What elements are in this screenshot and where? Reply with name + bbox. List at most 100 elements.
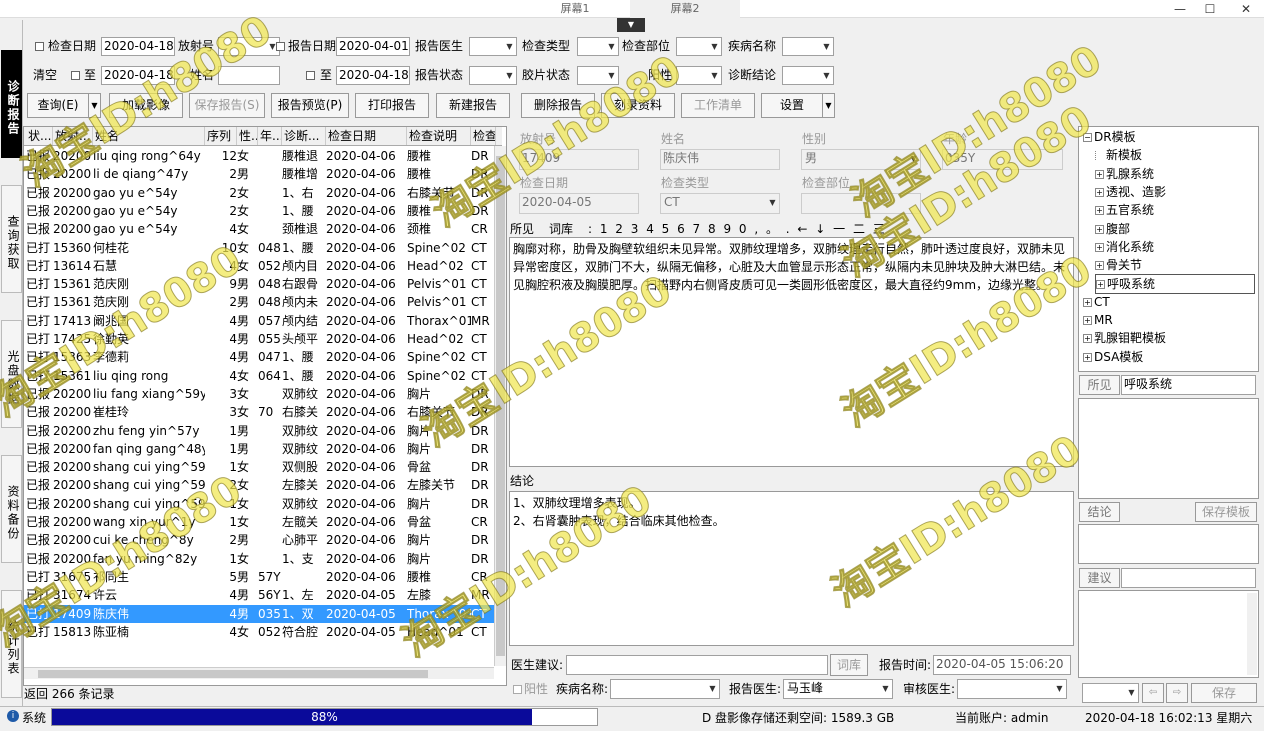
exam-type-select[interactable]: ▼ bbox=[577, 37, 619, 56]
column-header[interactable]: 年... bbox=[258, 127, 282, 145]
column-header[interactable]: 性... bbox=[237, 127, 258, 145]
table-row[interactable]: 已报 20200 li de qiang^47y 2 男腰椎增 2020-04-06 腰椎 D… bbox=[24, 165, 496, 183]
table-cell: gao yu e^54y bbox=[93, 185, 178, 200]
table-cell: 56Y bbox=[258, 588, 281, 603]
exam-date-to-checkbox[interactable] bbox=[71, 71, 80, 80]
table-row[interactable]: 已报 20200 fan qing gang^48y 1 男双肺纹 2020-04-06 胸… bbox=[24, 440, 496, 458]
findings-template-preview[interactable] bbox=[1078, 398, 1259, 499]
expand-icon[interactable]: + bbox=[1095, 206, 1104, 216]
document-icon[interactable] bbox=[1095, 151, 1104, 161]
table-row[interactable]: 已报 20200 shang cui ying^59 2 女左膝关 2020-04-06 左… bbox=[24, 476, 496, 494]
conclusion-template-button[interactable]: 结论 bbox=[1079, 502, 1120, 522]
screen1-tab[interactable]: 屏幕1 bbox=[520, 0, 630, 18]
clear-link[interactable]: 清空 bbox=[33, 66, 57, 84]
column-header[interactable]: 诊断... bbox=[282, 127, 326, 145]
column-header[interactable]: 序列 bbox=[205, 127, 237, 145]
table-cell: 2020-04-06 bbox=[326, 167, 396, 182]
report-doctor-bottom-select[interactable]: 马玉峰 ▼ bbox=[783, 679, 893, 699]
advice-template-preview[interactable] bbox=[1078, 590, 1259, 678]
maximize-button[interactable]: ☐ bbox=[1196, 0, 1224, 18]
expand-icon[interactable]: + bbox=[1095, 242, 1104, 252]
expand-icon[interactable]: + bbox=[1095, 224, 1104, 234]
table-row[interactable]: 已报 20200 gao yu e^54y 2 女 1、腰 2020-04-06 腰椎 DR bbox=[24, 202, 496, 220]
report-date-from-input[interactable]: 2020-04-01 bbox=[336, 37, 410, 56]
review-doctor-select[interactable]: ▼ bbox=[957, 679, 1067, 699]
expand-icon[interactable]: + bbox=[1095, 261, 1104, 271]
settings-button[interactable]: 设置 ▼ bbox=[761, 93, 835, 118]
tree-item[interactable]: + 骨关节 bbox=[1095, 256, 1142, 274]
advice-input[interactable] bbox=[566, 655, 828, 675]
tree-item[interactable]: 新模板 bbox=[1095, 146, 1142, 164]
table-row[interactable]: 已报 20200 shang cui ying^59 1 女双侧股 2020-04-06 骨… bbox=[24, 458, 496, 476]
conclusion-template-preview[interactable] bbox=[1078, 524, 1259, 564]
report-date-to-input[interactable]: 2020-04-18 bbox=[336, 66, 410, 85]
table-cell: 男 bbox=[237, 441, 250, 456]
exam-type-info-select[interactable]: CT ▼ bbox=[660, 193, 780, 214]
table-row[interactable]: 已报 20200 shang cui ying^59 1 女双肺纹 2020-04-06 胸… bbox=[24, 495, 496, 513]
report-doctor-select[interactable]: ▼ bbox=[469, 37, 517, 56]
exam-date-checkbox[interactable] bbox=[35, 42, 44, 51]
disease-name-select[interactable]: ▼ bbox=[610, 679, 720, 699]
save-button[interactable]: 保存 bbox=[1191, 683, 1257, 703]
sidebar-item-query[interactable]: 查询获取 bbox=[1, 185, 22, 293]
tree-item[interactable]: + 五官系统 bbox=[1095, 201, 1154, 219]
positive-checkbox[interactable] bbox=[513, 685, 522, 694]
table-horizontal-scrollbar[interactable] bbox=[24, 667, 494, 679]
chevron-down-icon[interactable]: ▼ bbox=[822, 94, 834, 117]
table-row[interactable]: 已打 13614 石慧 4 女 052 颅内目 2020-04-06 Head^02 CT bbox=[24, 257, 496, 275]
table-cell: 男 bbox=[237, 332, 250, 346]
prev-arrow-icon[interactable]: ⇦ bbox=[1142, 683, 1164, 703]
advice-scrollbar[interactable] bbox=[1247, 593, 1257, 675]
tree-item[interactable]: + DSA模板 bbox=[1083, 348, 1143, 366]
table-row[interactable]: 已打 15360 何桂花 10 女 048 1、腰 2020-04-06 Spine^02 CT bbox=[24, 239, 496, 257]
table-cell: 2020-04-06 bbox=[326, 515, 396, 529]
table-row[interactable]: 已打 15361 范庆刚 9 男 048 右跟骨 2020-04-06 Pelvis^01 CT bbox=[24, 275, 496, 293]
expand-icon[interactable]: + bbox=[1083, 316, 1092, 325]
template-tree[interactable]: − DR模板 新模板 + 乳腺系统 + 透视、造影 + 五官系统 + 腹部 + 消化系统 + 骨关节 + 呼吸系… bbox=[1078, 126, 1259, 372]
advice-dictionary-button[interactable]: 词库 bbox=[830, 654, 868, 676]
tree-item[interactable]: + 乳腺系统 bbox=[1095, 165, 1154, 183]
expand-icon[interactable]: + bbox=[1095, 187, 1104, 197]
page-select[interactable]: ▼ bbox=[1082, 683, 1139, 703]
exam-part-select[interactable]: ▼ bbox=[676, 37, 722, 56]
tree-item[interactable]: + 乳腺钼靶模板 bbox=[1083, 329, 1166, 347]
disease-select[interactable]: ▼ bbox=[782, 37, 834, 56]
tree-item[interactable]: + 透视、造影 bbox=[1095, 183, 1166, 201]
tree-item[interactable]: + 腹部 bbox=[1095, 220, 1130, 238]
save-template-button[interactable]: 保存模板 bbox=[1195, 502, 1257, 522]
column-header[interactable]: 检查说明 bbox=[407, 127, 471, 145]
exam-type-label: 检查类型 bbox=[522, 39, 571, 53]
table-row[interactable]: 已报 20200 gao yu e^54y 4 女颈椎退 2020-04-06 颈椎 CR bbox=[24, 220, 496, 238]
table-cell: 1、腰 bbox=[282, 350, 314, 365]
new-report-button[interactable]: 新建报告 bbox=[436, 93, 510, 118]
expand-icon[interactable]: + bbox=[1083, 352, 1092, 362]
print-report-button[interactable]: 打印报告 bbox=[355, 93, 429, 118]
tree-item[interactable]: + 消化系统 bbox=[1095, 238, 1154, 256]
minimize-button[interactable]: — bbox=[1166, 0, 1194, 18]
report-date-to-checkbox[interactable] bbox=[306, 71, 315, 80]
next-arrow-icon[interactable]: ⇨ bbox=[1166, 683, 1188, 703]
findings-template-button[interactable]: 所见 bbox=[1079, 375, 1120, 395]
worklist-button[interactable]: 工作清单 bbox=[681, 93, 755, 118]
diagnosis-select[interactable]: ▼ bbox=[782, 66, 834, 85]
table-cell: 57Y bbox=[258, 569, 281, 584]
table-cell: 男 bbox=[237, 569, 250, 584]
close-button[interactable]: ✕ bbox=[1232, 0, 1260, 18]
table-cell: CT bbox=[471, 277, 487, 292]
hscrollbar-thumb[interactable] bbox=[38, 670, 428, 678]
report-status-select[interactable]: ▼ bbox=[469, 66, 517, 85]
advice-template-button[interactable]: 建议 bbox=[1079, 568, 1120, 588]
table-cell: CT bbox=[471, 258, 487, 273]
table-row[interactable]: 已报 20200 wang xin yur^1y 1 女左髋关 2020-04-06 骨盆 C… bbox=[24, 513, 496, 531]
tree-item[interactable]: + MR bbox=[1083, 311, 1113, 329]
collapse-chevron-icon[interactable]: ▼ bbox=[617, 18, 645, 32]
expand-icon[interactable]: + bbox=[1095, 169, 1104, 179]
column-header[interactable]: 检查日期 bbox=[326, 127, 407, 145]
report-preview-button[interactable]: 报告预览(P) bbox=[271, 93, 349, 118]
expand-icon[interactable]: + bbox=[1083, 334, 1092, 344]
sidebar-item-backup[interactable]: 资料备份 bbox=[1, 455, 22, 563]
to-label-2: 至 bbox=[320, 68, 333, 82]
tree-item[interactable]: + 呼吸系统 bbox=[1095, 274, 1255, 295]
screen2-tab[interactable]: 屏幕2 bbox=[630, 0, 740, 18]
expand-icon[interactable]: + bbox=[1083, 297, 1092, 307]
